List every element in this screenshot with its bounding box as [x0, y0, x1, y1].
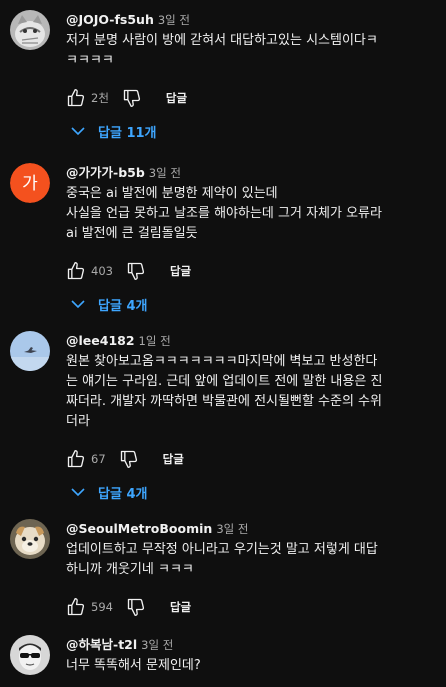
- like-count: 403: [91, 264, 113, 278]
- replies-count-label: 답글 11개: [98, 125, 157, 141]
- view-replies-button[interactable]: 답글 4개: [70, 480, 147, 504]
- thumbs-up-icon: [66, 88, 86, 108]
- chevron-down-icon: [70, 296, 98, 312]
- comment-author[interactable]: @SeoulMetroBoomin: [66, 521, 212, 536]
- comment-text-line: ai 발전에 큰 걸림돌일듯: [66, 226, 198, 241]
- comment-author[interactable]: @가가가-b5b: [66, 165, 145, 180]
- thumbs-down-icon: [126, 597, 146, 617]
- avatar[interactable]: [10, 331, 50, 371]
- avatar[interactable]: [10, 519, 50, 559]
- reply-button[interactable]: 답글: [166, 86, 187, 110]
- reply-button[interactable]: 답글: [163, 447, 184, 471]
- comment-body: @JOJO-fs5uh 3일 전저거 분명 사람이 방에 갇혀서 대답하고있는 시…: [66, 10, 436, 71]
- dislike-button[interactable]: [126, 259, 146, 283]
- like-count: 594: [91, 600, 113, 614]
- like-button[interactable]: 67: [66, 447, 106, 471]
- comment-time[interactable]: 3일 전: [216, 522, 248, 536]
- comment-text-line: 중국은 ai 발전에 분명한 제약이 있는데: [66, 186, 278, 201]
- comment-meta: @가가가-b5b 3일 전: [66, 163, 436, 181]
- thumbs-down-icon: [126, 261, 146, 281]
- comment-time[interactable]: 1일 전: [139, 334, 171, 348]
- comment-text-line: 원본 찾아보고옴ㅋㅋㅋㅋㅋㅋㅋ마지막에 벽보고 반성한다: [66, 354, 378, 369]
- comment-time[interactable]: 3일 전: [158, 13, 190, 27]
- like-button[interactable]: 2천: [66, 86, 109, 110]
- comment-text: 저거 분명 사람이 방에 갇혀서 대답하고있는 시스템이다ㅋ ㅋㅋㅋㅋ: [66, 31, 436, 71]
- avatar[interactable]: 가: [10, 163, 50, 203]
- comment-text-line: 저거 분명 사람이 방에 갇혀서 대답하고있는 시스템이다ㅋ: [66, 33, 378, 48]
- reply-button[interactable]: 답글: [170, 595, 191, 619]
- comment-text: 원본 찾아보고옴ㅋㅋㅋㅋㅋㅋㅋ마지막에 벽보고 반성한다는 얘기는 구라임. 근…: [66, 352, 436, 432]
- comment-text: 너무 똑똑해서 문제인데?: [66, 656, 436, 676]
- comment-actions: 594 답글: [66, 595, 191, 619]
- thumbs-up-icon: [66, 449, 86, 469]
- comment-text-line: 업데이트하고 무작정 아니라고 우기는것 말고 저렇게 대답: [66, 542, 378, 557]
- comment-author[interactable]: @lee4182: [66, 333, 135, 348]
- comment-text-line: ㅋㅋㅋㅋ: [66, 53, 114, 68]
- dislike-button[interactable]: [122, 86, 142, 110]
- comment-time[interactable]: 3일 전: [149, 166, 181, 180]
- comment-text-line: 사실을 언급 못하고 날조를 해야하는데 그거 자체가 오류라: [66, 206, 382, 221]
- like-button[interactable]: 594: [66, 595, 113, 619]
- thumbs-down-icon: [122, 88, 142, 108]
- comment-text-line: 짜더라. 개발자 까딱하면 박물관에 전시될뻔할 수준의 수위: [66, 394, 382, 409]
- comment-actions: 2천 답글: [66, 86, 187, 110]
- comment-actions: 67 답글: [66, 447, 184, 471]
- replies-count-label: 답글 4개: [98, 298, 148, 314]
- comment-author[interactable]: @JOJO-fs5uh: [66, 12, 154, 27]
- comment-author[interactable]: @하복남-t2l: [66, 637, 137, 652]
- dislike-button[interactable]: [119, 447, 139, 471]
- comment-body: @lee4182 1일 전원본 찾아보고옴ㅋㅋㅋㅋㅋㅋㅋ마지막에 벽보고 반성한다…: [66, 331, 436, 432]
- thumbs-up-icon: [66, 597, 86, 617]
- comment-meta: @하복남-t2l 3일 전: [66, 635, 436, 653]
- comment-actions: 403 답글: [66, 259, 191, 283]
- comment-body: @SeoulMetroBoomin 3일 전업데이트하고 무작정 아니라고 우기는…: [66, 519, 436, 580]
- comment-meta: @lee4182 1일 전: [66, 331, 436, 349]
- replies-count-label: 답글 4개: [98, 486, 148, 502]
- thumbs-down-icon: [119, 449, 139, 469]
- chevron-down-icon: [70, 484, 98, 500]
- comment-text-line: 너무 똑똑해서 문제인데?: [66, 658, 201, 673]
- comment-body: @가가가-b5b 3일 전중국은 ai 발전에 분명한 제약이 있는데사실을 언급…: [66, 163, 436, 244]
- comment-time[interactable]: 3일 전: [141, 638, 173, 652]
- comment-meta: @JOJO-fs5uh 3일 전: [66, 10, 436, 28]
- comment-text-line: 하니까 개웃기네 ㅋㅋㅋ: [66, 562, 194, 577]
- comment-text-line: 더라: [66, 414, 90, 429]
- like-count: 67: [91, 452, 106, 466]
- comment-text: 중국은 ai 발전에 분명한 제약이 있는데사실을 언급 못하고 날조를 해야하…: [66, 184, 436, 244]
- avatar[interactable]: [10, 10, 50, 50]
- view-replies-button[interactable]: 답글 4개: [70, 292, 147, 316]
- like-button[interactable]: 403: [66, 259, 113, 283]
- reply-button[interactable]: 답글: [170, 259, 191, 283]
- chevron-down-icon: [70, 123, 98, 139]
- comment-body: @하복남-t2l 3일 전너무 똑똑해서 문제인데?: [66, 635, 436, 676]
- avatar-letter: 가: [22, 174, 38, 194]
- thumbs-up-icon: [66, 261, 86, 281]
- view-replies-button[interactable]: 답글 11개: [70, 119, 157, 143]
- like-count: 2천: [91, 91, 109, 105]
- dislike-button[interactable]: [126, 595, 146, 619]
- comment-text-line: 는 얘기는 구라임. 근데 앞에 업데이트 전에 말한 내용은 진: [66, 374, 383, 389]
- comment-meta: @SeoulMetroBoomin 3일 전: [66, 519, 436, 537]
- avatar[interactable]: [10, 635, 50, 675]
- comment-text: 업데이트하고 무작정 아니라고 우기는것 말고 저렇게 대답하니까 개웃기네 ㅋ…: [66, 540, 436, 580]
